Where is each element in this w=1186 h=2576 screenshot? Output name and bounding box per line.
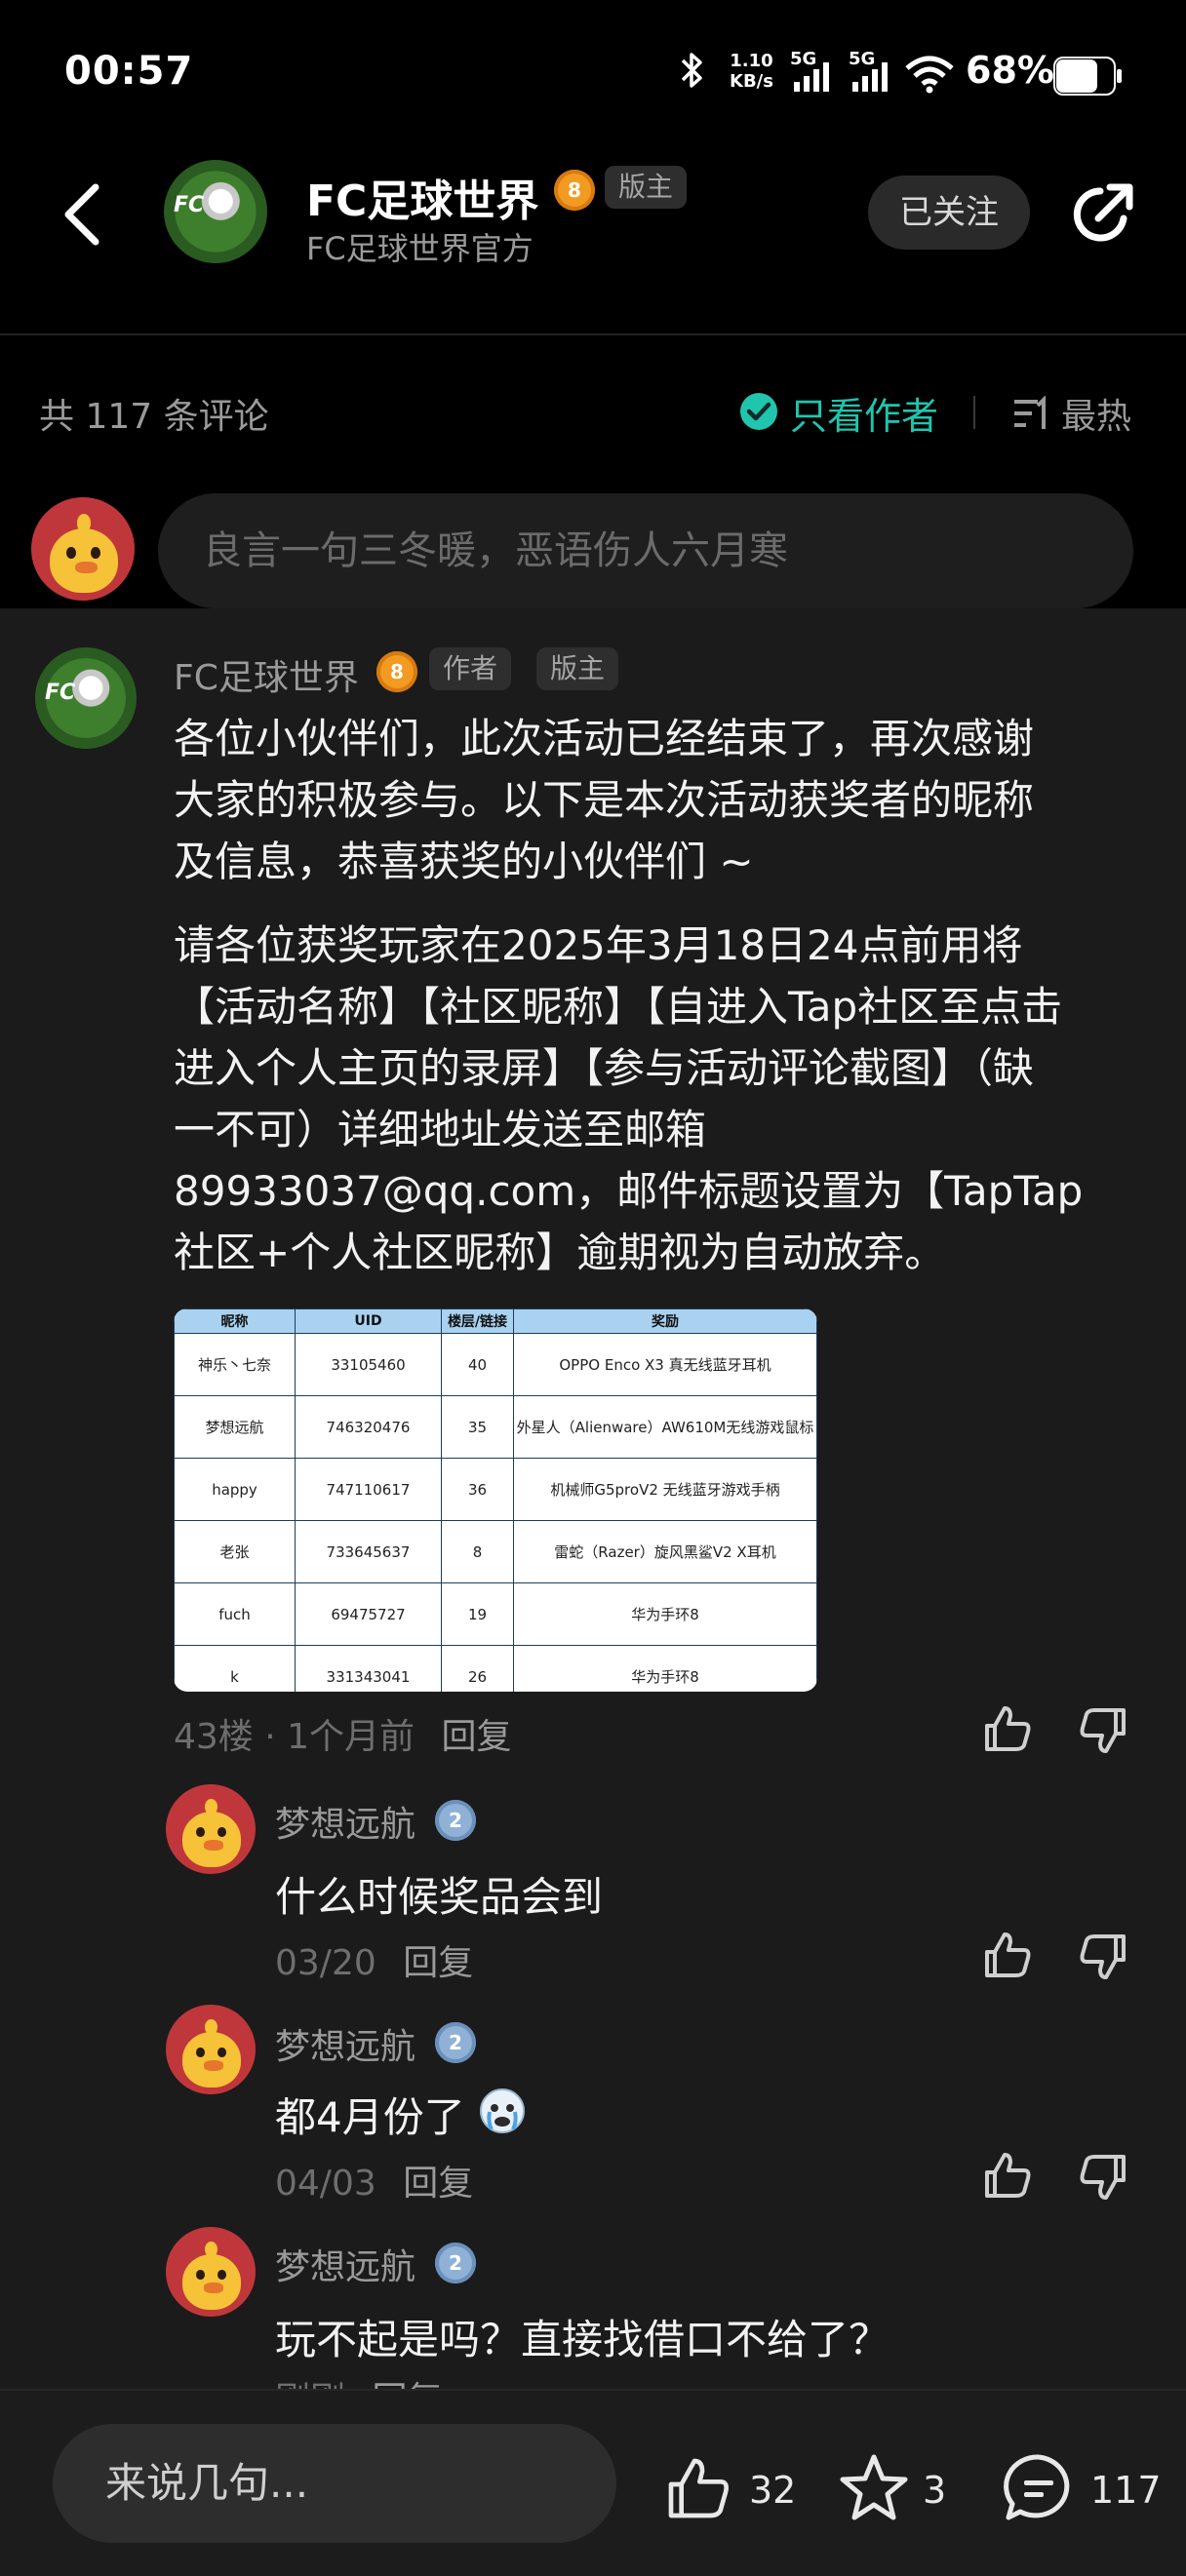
reply-author[interactable]: 梦想远航 [275, 1796, 415, 1847]
table-row: happy 747110617 36 机械师G5proV2 无线蓝牙游戏手柄 [174, 1458, 817, 1521]
author-tag: 作者 [429, 647, 512, 690]
sort-bar: 共 117 条评论 只看作者 最热 [0, 371, 1186, 449]
favorite-count: 3 [923, 2469, 947, 2512]
wifi-icon [905, 56, 954, 94]
table-header: UID [295, 1308, 442, 1334]
battery-percentage: 68% [966, 49, 1054, 92]
reply-text: 玩不起是吗？直接找借口不给了？ [275, 2316, 890, 2363]
header-divider [0, 333, 1186, 335]
reply-avatar[interactable] [166, 2227, 256, 2317]
floor-and-time: 43楼 · 1个月前 [174, 1717, 415, 1757]
reply-text: 什么时候奖品会到 [275, 1873, 604, 1921]
like-count: 32 [749, 2469, 797, 2512]
table-row: 神乐丶七奈 33105460 40 OPPO Enco X3 真无线蓝牙耳机 [174, 1333, 817, 1396]
like-icon[interactable] [663, 2453, 733, 2523]
signal-icon [794, 62, 829, 92]
reply-button[interactable]: 回复 [403, 1943, 473, 1983]
moderator-tag: 版主 [536, 647, 619, 690]
moderator-tag: 版主 [605, 166, 688, 209]
table-row: k 331343041 26 华为手环8 [174, 1645, 817, 1692]
top-area: 00:57 1.10 KB/s 5G 5G 68% FC FC足球世界 8 版主… [0, 0, 1186, 608]
check-circle-icon[interactable] [739, 392, 778, 431]
battery-icon [1053, 57, 1122, 96]
crying-emoji-icon [480, 2088, 525, 2133]
page-title: FC足球世界 [306, 176, 539, 226]
user-avatar[interactable] [31, 497, 135, 601]
bottom-comment-input[interactable]: 来说几句... [53, 2424, 616, 2543]
reply-author[interactable]: 梦想远航 [275, 2239, 415, 2289]
author-level-badge: 8 [376, 651, 417, 692]
star-icon[interactable] [837, 2451, 911, 2525]
signal-icon-2 [852, 62, 888, 92]
thumb-down-icon[interactable] [1077, 2151, 1129, 2204]
comment-body-instructions: 请各位获奖玩家在2025年3月18日24点前用将 【活动名称】【社区昵称】【自进… [174, 921, 1084, 1276]
comment-meta: 43楼 · 1个月前 回复 [174, 1708, 512, 1759]
thumb-up-icon[interactable] [981, 1929, 1034, 1981]
bottom-action-bar: 来说几句... 32 3 117 [0, 2389, 1186, 2576]
thumb-down-icon[interactable] [1077, 1931, 1129, 1983]
compose-row: 良言一句三冬暖，恶语伤人六月寒 [0, 488, 1186, 608]
sort-separator [973, 396, 975, 429]
share-icon[interactable] [1067, 179, 1137, 250]
thumb-up-icon[interactable] [981, 1702, 1034, 1755]
reply-level-badge: 2 [435, 2022, 476, 2063]
reply-meta: 03/20 回复 [275, 1943, 474, 1983]
page-header: FC FC足球世界 8 版主 FC足球世界官方 已关注 [0, 146, 1186, 332]
reply-text: 都4月份了 [275, 2093, 465, 2141]
follow-button[interactable]: 已关注 [868, 176, 1030, 250]
comment-body-intro: 各位小伙伴们，此次活动已经结束了，再次感谢 大家的积极参与。以下是本次活动获奖者… [174, 715, 1035, 885]
bluetooth-icon [681, 53, 702, 88]
table-header: 奖励 [513, 1308, 817, 1334]
author-avatar[interactable]: FC [35, 647, 137, 749]
comment-input[interactable]: 良言一句三冬暖，恶语伤人六月寒 [158, 493, 1133, 608]
reply-button[interactable]: 回复 [442, 1717, 512, 1757]
table-header: 楼层/链接 [441, 1308, 514, 1334]
network-speed: 1.10 KB/s [730, 51, 773, 92]
comment-icon[interactable] [1001, 2451, 1075, 2525]
comment-count: 共 117 条评论 [39, 397, 269, 437]
status-time: 00:57 [64, 49, 194, 94]
reply-avatar[interactable] [166, 2005, 256, 2094]
reply-level-badge: 2 [435, 1800, 476, 1841]
author-only-filter[interactable]: 只看作者 [790, 386, 938, 440]
status-bar: 00:57 1.10 KB/s 5G 5G 68% [0, 0, 1186, 146]
reply-level-badge: 2 [435, 2243, 476, 2283]
table-header: 昵称 [174, 1308, 296, 1334]
back-icon[interactable] [60, 183, 103, 246]
level-badge: 8 [554, 170, 595, 211]
reply-avatar[interactable] [166, 1784, 256, 1874]
table-row: 老张 733645637 8 雷蛇（Razer）旋风黑鲨V2 X耳机 [174, 1520, 817, 1583]
thumb-down-icon[interactable] [1077, 1704, 1129, 1757]
table-row: fuch 69475727 19 华为手环8 [174, 1582, 817, 1646]
comment-total: 117 [1090, 2469, 1162, 2512]
reply-author[interactable]: 梦想远航 [275, 2018, 415, 2069]
prize-table-image[interactable]: 昵称 UID 楼层/链接 奖励 神乐丶七奈 33105460 40 OPPO Enc… [174, 1308, 817, 1692]
sort-icon[interactable] [1012, 396, 1051, 431]
author-name[interactable]: FC足球世界 [174, 649, 359, 700]
page-subtitle: FC足球世界官方 [306, 230, 534, 267]
forum-avatar[interactable]: FC [164, 160, 267, 263]
reply-button[interactable]: 回复 [403, 2164, 473, 2204]
thumb-up-icon[interactable] [981, 2149, 1034, 2202]
sort-hot[interactable]: 最热 [1061, 388, 1131, 439]
reply-meta: 04/03 回复 [275, 2164, 474, 2204]
table-row: 梦想远航 746320476 35 外星人（Alienware）AW610M无线游戏… [174, 1395, 817, 1459]
